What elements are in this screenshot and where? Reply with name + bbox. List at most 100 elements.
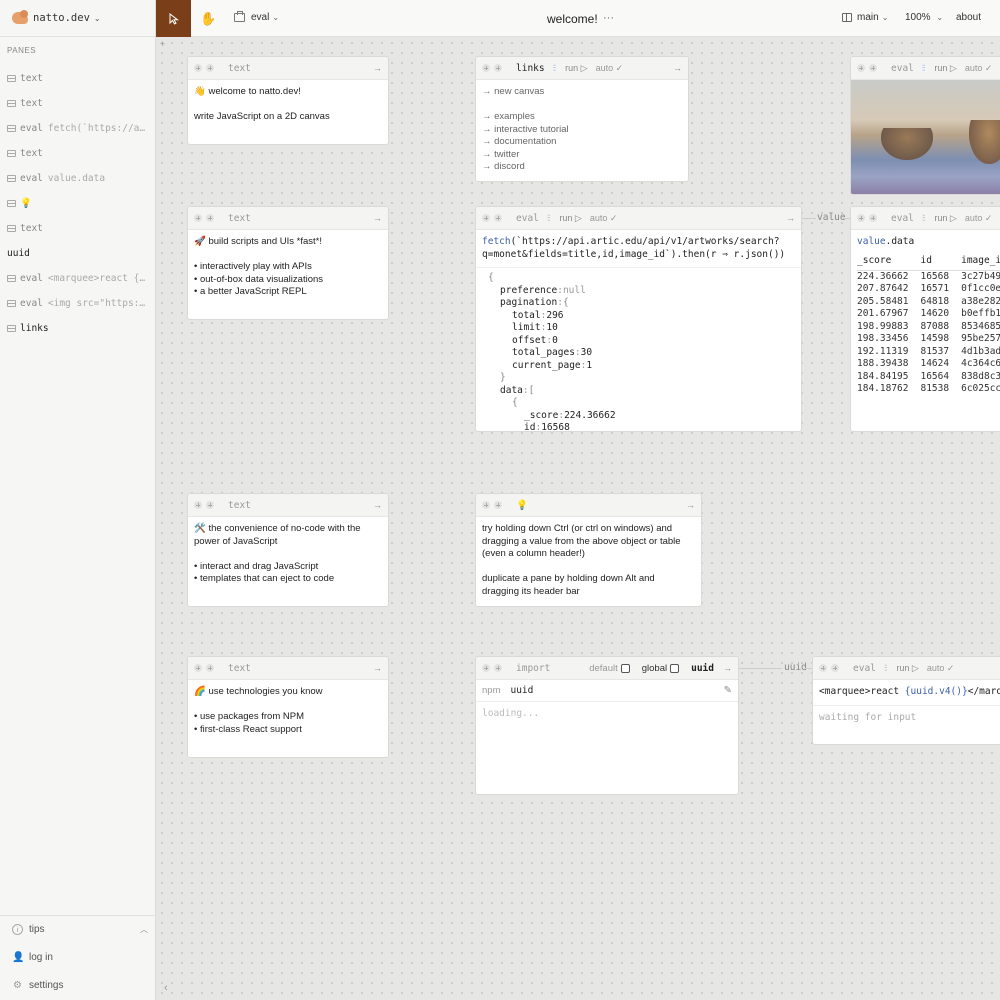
close-icon[interactable] — [194, 501, 202, 509]
table-cell[interactable]: 6c025cc — [961, 383, 1000, 396]
import-name[interactable]: uuid — [691, 663, 714, 674]
marquee-eval-pane[interactable]: eval ⫶⫶ run ▷ auto ✓ <marquee>react {uui… — [812, 656, 1000, 745]
canvas[interactable]: + text → 👋 welcome to natto.dev! write J… — [157, 38, 1000, 1000]
close-icon[interactable] — [819, 664, 827, 672]
sidebar-pane-item[interactable]: text — [7, 71, 152, 85]
text-pane-no-code[interactable]: text → 🛠️ the convenience of no-code wit… — [187, 493, 389, 607]
settings-link[interactable]: ⚙ settings — [12, 980, 63, 991]
add-icon[interactable] — [494, 501, 502, 509]
pane-window-controls[interactable] — [857, 214, 881, 222]
document-title[interactable]: welcome! — [547, 12, 598, 26]
table-cell[interactable]: 838d8c3 — [961, 370, 1000, 383]
close-icon[interactable] — [194, 64, 202, 72]
add-icon[interactable] — [831, 664, 839, 672]
auto-toggle[interactable]: auto ✓ — [965, 213, 993, 224]
arrow-right-icon[interactable]: → — [373, 663, 382, 673]
pane-window-controls[interactable] — [194, 501, 218, 509]
table-row[interactable]: 184.18762 81538 6c025cc — [857, 383, 1000, 396]
pane-header[interactable]: eval ⫶⫶ run ▷ auto ✓ — [813, 657, 1000, 680]
table-row[interactable]: 184.84195 16564 838d8c3 — [857, 370, 1000, 383]
pane-header[interactable]: eval ⫶⫶ run ▷ auto ✓ → — [476, 207, 801, 230]
new-pane-dropdown[interactable]: eval ⌄ — [234, 11, 279, 23]
zoom-dropdown[interactable]: 100% ⌄ — [905, 12, 943, 23]
close-icon[interactable] — [857, 214, 865, 222]
table-cell[interactable]: 184.18762 — [857, 383, 920, 396]
hand-tool-button[interactable]: ✋ — [200, 11, 216, 27]
arrow-right-icon[interactable]: → — [686, 500, 695, 510]
link-interactive-tutorial[interactable]: → interactive tutorial — [482, 124, 682, 137]
table-cell[interactable]: 95be257 — [961, 333, 1000, 346]
pane-header[interactable]: text → — [188, 657, 388, 680]
table-row[interactable]: 205.58481 64818 a38e282 — [857, 295, 1000, 308]
arrow-right-icon[interactable]: → — [786, 213, 795, 223]
table-eval-pane[interactable]: eval ⫶⫶ run ▷ auto ✓ value.data _score i… — [850, 206, 1000, 432]
table-cell[interactable]: 188.39438 — [857, 358, 920, 371]
run-button[interactable]: run ▷ — [934, 63, 956, 74]
tips-toggle[interactable]: i tips ︿ — [12, 924, 148, 935]
text-pane-build[interactable]: text → 🚀 build scripts and UIs *fast*! •… — [187, 206, 389, 320]
pane-window-controls[interactable] — [857, 64, 881, 72]
close-icon[interactable] — [194, 214, 202, 222]
run-button[interactable]: run ▷ — [896, 663, 918, 674]
auto-toggle[interactable]: auto ✓ — [927, 663, 955, 674]
link-discord[interactable]: → discord — [482, 161, 682, 174]
close-icon[interactable] — [857, 64, 865, 72]
add-icon[interactable] — [206, 501, 214, 509]
pane-window-controls[interactable] — [482, 214, 506, 222]
add-icon[interactable] — [206, 214, 214, 222]
pane-header[interactable]: import default global uuid → — [476, 657, 738, 680]
close-icon[interactable] — [482, 664, 490, 672]
link-twitter[interactable]: → twitter — [482, 149, 682, 162]
table-row[interactable]: 201.67967 14620 b0effb1 — [857, 308, 1000, 321]
add-icon[interactable] — [494, 64, 502, 72]
import-pane[interactable]: import default global uuid → npm uuid ✎ … — [475, 656, 739, 795]
table-cell[interactable]: 224.36662 — [857, 270, 920, 283]
column-header[interactable]: image_i — [961, 251, 1000, 271]
sidebar-pane-item[interactable]: text — [7, 146, 152, 160]
table-cell[interactable]: 16571 — [920, 283, 961, 296]
add-icon[interactable] — [206, 64, 214, 72]
close-icon[interactable] — [482, 214, 490, 222]
table-cell[interactable]: 192.11319 — [857, 345, 920, 358]
pane-window-controls[interactable] — [482, 664, 506, 672]
column-header[interactable]: _score — [857, 251, 921, 271]
fetch-eval-pane[interactable]: eval ⫶⫶ run ▷ auto ✓ → fetch(`https://ap… — [475, 206, 802, 432]
table-cell[interactable]: 16568 — [920, 270, 961, 283]
arrow-right-icon[interactable]: → — [373, 63, 382, 73]
text-pane-technologies[interactable]: text → 🌈 use technologies you know • use… — [187, 656, 389, 758]
sidebar-pane-item[interactable]: text — [7, 221, 152, 235]
table-cell[interactable]: 14598 — [920, 333, 961, 346]
sidebar-pane-item[interactable]: eval <img src="https:… — [7, 296, 152, 310]
global-checkbox[interactable] — [670, 663, 680, 673]
table-cell[interactable]: 198.99883 — [857, 320, 920, 333]
sidebar-pane-item[interactable]: links — [7, 321, 152, 335]
sliders-icon[interactable]: ⫶⫶ — [884, 663, 887, 674]
arrow-right-icon[interactable]: → — [373, 213, 382, 223]
table-row[interactable]: 198.99883 87088 8534685 — [857, 320, 1000, 333]
table-cell[interactable]: 3c27b49 — [961, 270, 1000, 283]
table-cell[interactable]: 205.58481 — [857, 295, 920, 308]
link-documentation[interactable]: → documentation — [482, 136, 682, 149]
run-button[interactable]: run ▷ — [934, 213, 956, 224]
sidebar-pane-item[interactable]: eval <marquee>react {… — [7, 271, 152, 285]
add-icon[interactable] — [494, 664, 502, 672]
run-button[interactable]: run ▷ — [559, 213, 581, 224]
code-editor[interactable]: value.data — [851, 230, 1000, 252]
arrow-right-icon[interactable]: → — [723, 663, 732, 673]
pane-window-controls[interactable] — [194, 214, 218, 222]
tip-pane[interactable]: 💡 → try holding down Ctrl (or ctrl on wi… — [475, 493, 702, 607]
pane-window-controls[interactable] — [194, 664, 218, 672]
table-cell[interactable]: 201.67967 — [857, 308, 920, 321]
pane-header[interactable]: eval ⫶⫶ run ▷ auto ✓ — [851, 207, 1000, 230]
close-icon[interactable] — [194, 664, 202, 672]
data-table[interactable]: _score id image_i 224.36662 16568 3c27b49 2… — [857, 251, 1000, 396]
sliders-icon[interactable]: ⫶⫶ — [922, 63, 925, 74]
auto-toggle[interactable]: auto ✓ — [590, 213, 618, 224]
sidebar-pane-item[interactable]: text — [7, 96, 152, 110]
arrow-right-icon[interactable]: → — [373, 500, 382, 510]
table-cell[interactable]: 207.87642 — [857, 283, 920, 296]
table-cell[interactable]: 0f1cc0e — [961, 283, 1000, 296]
pane-header[interactable]: text → — [188, 207, 388, 230]
close-icon[interactable] — [482, 501, 490, 509]
pane-header[interactable]: eval ⫶⫶ run ▷ auto ✓ — [851, 57, 1000, 80]
